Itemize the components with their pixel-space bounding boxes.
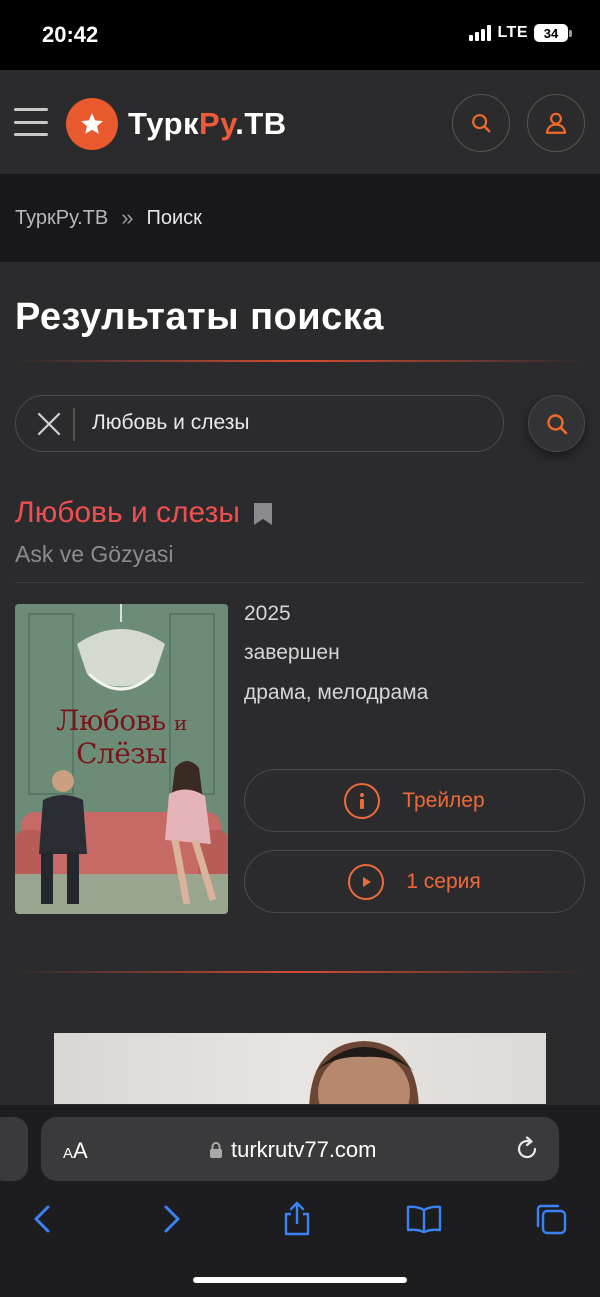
star-logo-icon[interactable] <box>66 98 118 150</box>
result-original-title: Ask ve Gözyasi <box>15 541 174 567</box>
poster-title-word1: Любовь <box>56 704 166 737</box>
divider <box>15 971 585 973</box>
tabs-button[interactable] <box>529 1197 573 1241</box>
aa-large: A <box>73 1138 88 1163</box>
reader-settings-button[interactable]: AA <box>63 1138 88 1164</box>
search-submit-button[interactable] <box>528 395 585 452</box>
status-bar: 20:42 LTE 34 <box>0 0 600 70</box>
trailer-button[interactable]: Трейлер <box>244 769 585 832</box>
result-title-link[interactable]: Любовь и слезы <box>15 496 240 530</box>
episode-button[interactable]: 1 серия <box>244 850 585 913</box>
poster-title: Любовь и Слёзы <box>15 704 228 770</box>
reload-icon <box>517 1136 537 1159</box>
trailer-label: Трейлер <box>402 788 485 812</box>
breadcrumb: ТуркРу.ТВ » Поиск <box>0 174 600 262</box>
episode-label: 1 серия <box>406 869 481 893</box>
forward-icon <box>164 1205 180 1233</box>
share-icon <box>284 1201 310 1236</box>
search-input[interactable]: Любовь и слезы <box>92 411 249 435</box>
result-poster[interactable]: Любовь и Слёзы <box>15 604 228 914</box>
status-time: 20:42 <box>42 22 99 47</box>
search-icon <box>546 413 567 434</box>
close-icon <box>37 412 61 436</box>
divider <box>15 360 585 362</box>
battery-level: 34 <box>534 24 568 42</box>
user-icon <box>545 112 567 134</box>
logo-text-part1: Турк <box>128 106 200 141</box>
back-button[interactable] <box>20 1197 64 1241</box>
browser-toolbar: AA turkrutv77.com <box>0 1104 600 1297</box>
header-user-button[interactable] <box>527 94 585 152</box>
aa-small: A <box>63 1145 74 1162</box>
network-type: LTE <box>497 24 528 41</box>
main-content: Результаты поиска Любовь и слезы Любовь … <box>0 262 600 1104</box>
home-indicator[interactable] <box>193 1277 407 1283</box>
search-divider <box>73 408 75 441</box>
browser-nav-row <box>0 1197 600 1241</box>
page-title: Результаты поиска <box>15 296 384 338</box>
bookmark-icon[interactable] <box>252 501 274 527</box>
poster-title-word3: Слёзы <box>76 737 167 770</box>
status-indicators: LTE 34 <box>469 24 572 42</box>
logo-text-part3: .ТВ <box>235 106 287 141</box>
tabs-icon <box>536 1204 567 1235</box>
reload-button[interactable] <box>513 1135 541 1168</box>
search-icon <box>472 114 491 133</box>
site-logo[interactable]: ТуркРу.ТВ <box>128 106 287 142</box>
url-text: turkrutv77.com <box>231 1137 377 1162</box>
address-bar[interactable]: AA turkrutv77.com <box>41 1117 559 1181</box>
search-field[interactable]: Любовь и слезы <box>15 395 504 452</box>
result-status: завершен <box>244 641 340 664</box>
play-icon <box>348 863 385 900</box>
divider <box>15 582 585 583</box>
bookmarks-icon <box>406 1205 442 1234</box>
menu-icon[interactable] <box>14 108 48 136</box>
site-header: ТуркРу.ТВ <box>0 70 600 174</box>
lock-icon <box>210 1142 222 1158</box>
result-year: 2025 <box>244 602 291 625</box>
breadcrumb-current: Поиск <box>146 206 202 229</box>
breadcrumb-separator: » <box>121 205 134 230</box>
next-result-poster[interactable] <box>54 1033 546 1104</box>
share-button[interactable] <box>275 1197 319 1241</box>
forward-button[interactable] <box>150 1197 194 1241</box>
clear-search-button[interactable] <box>34 409 64 439</box>
result-title-row: Любовь и слезы <box>15 496 274 530</box>
back-icon <box>34 1205 50 1233</box>
previous-tab-preview[interactable] <box>0 1117 28 1181</box>
poster-title-word2: и <box>174 711 187 735</box>
url-display[interactable]: turkrutv77.com <box>209 1137 377 1163</box>
result-genres: драма, мелодрама <box>244 681 429 704</box>
battery-icon: 34 <box>534 24 572 42</box>
header-search-button[interactable] <box>452 94 510 152</box>
bookmarks-button[interactable] <box>402 1197 446 1241</box>
info-icon <box>344 782 381 819</box>
logo-text-part2: Ру <box>199 106 236 141</box>
breadcrumb-home-link[interactable]: ТуркРу.ТВ <box>15 207 108 230</box>
signal-icon <box>469 25 492 41</box>
